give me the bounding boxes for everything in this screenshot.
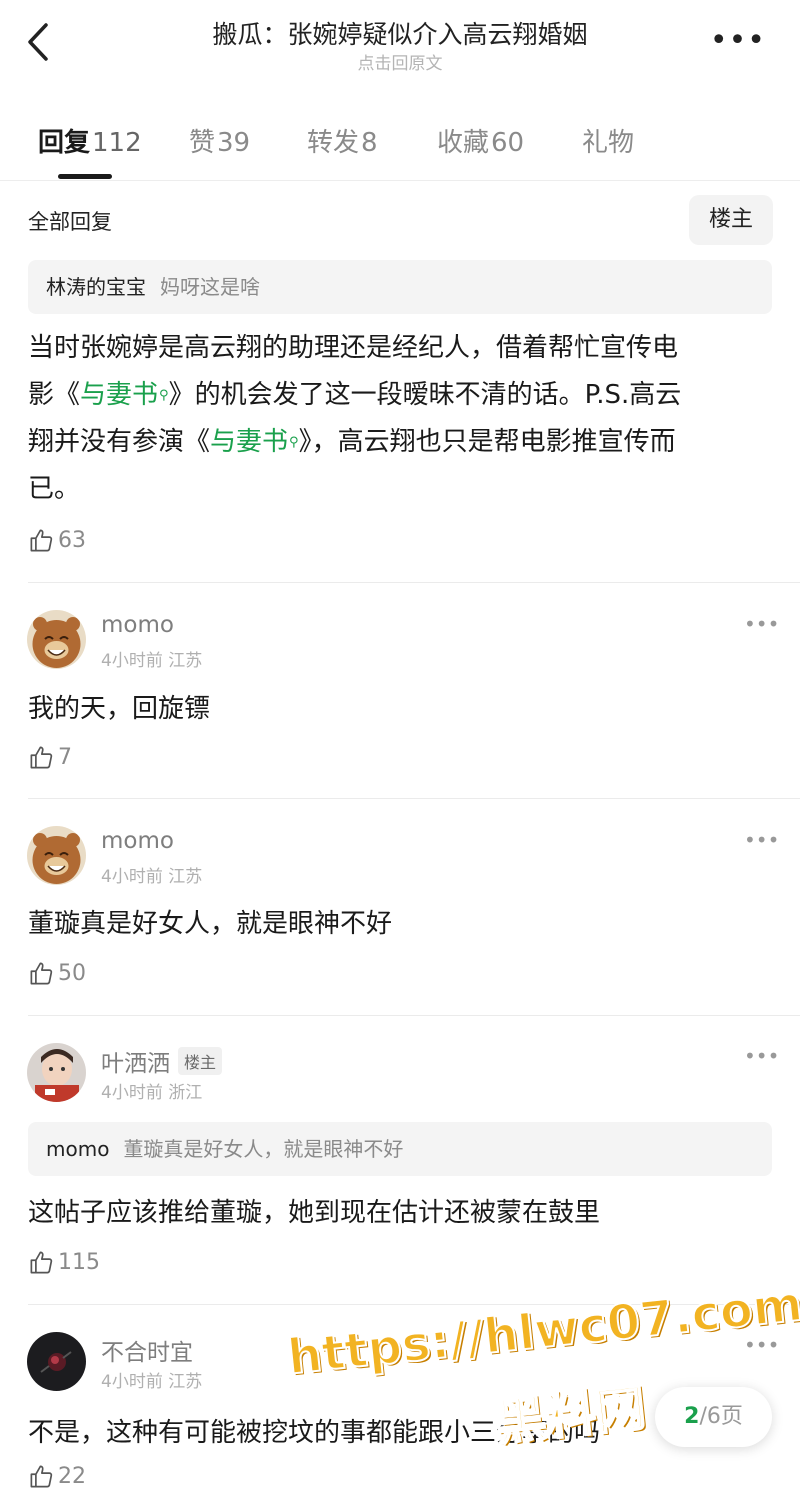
back-icon[interactable]: [22, 20, 62, 64]
like-button[interactable]: 50: [28, 960, 86, 987]
thumbs-up-icon: [30, 746, 53, 769]
user-name[interactable]: momo: [101, 828, 174, 854]
tab-label: 转发: [307, 128, 360, 158]
tab-favorites[interactable]: 收藏60: [437, 122, 524, 159]
timestamp: 4小时前: [101, 1083, 163, 1103]
current-page: 2: [684, 1404, 700, 1429]
page-indicator[interactable]: 2/6页: [655, 1387, 772, 1447]
more-options-icon[interactable]: •••: [744, 1044, 779, 1068]
tab-label: 收藏: [437, 128, 490, 158]
search-icon: ⚲: [159, 388, 169, 403]
reply-text: 影《: [28, 380, 81, 410]
like-count: 7: [58, 745, 72, 770]
like-button[interactable]: 7: [28, 744, 72, 771]
like-count: 63: [58, 528, 86, 553]
comment-meta: 4小时前 江苏: [101, 862, 202, 887]
tab-label: 礼物: [582, 128, 635, 158]
back-to-original-link[interactable]: 点击回原文: [120, 49, 680, 74]
more-options-icon[interactable]: •••: [744, 828, 779, 852]
location: 江苏: [168, 651, 203, 671]
avatar[interactable]: [27, 1332, 86, 1391]
tab-count: 112: [92, 128, 142, 158]
reply-line: 当时张婉婷是高云翔的助理还是经纪人，借着帮忙宣传电: [28, 333, 679, 363]
watermark-url: https://hlwc07.com: [284, 1275, 800, 1387]
quoted-reply[interactable]: 林涛的宝宝 妈呀这是啥: [28, 260, 772, 314]
active-tab-indicator: [58, 174, 112, 179]
user-name[interactable]: momo: [101, 612, 174, 638]
topic-link[interactable]: 与妻书⚲: [210, 427, 299, 457]
louzhu-filter-button[interactable]: 楼主: [689, 195, 773, 245]
topic-link-label: 与妻书: [210, 427, 289, 457]
topic-link-label: 与妻书: [80, 380, 159, 410]
reply-line: 翔并没有参演《与妻书⚲》，高云翔也只是帮电影推宣传而: [28, 419, 773, 466]
quoted-text: 董璇真是好女人，就是眼神不好: [123, 1137, 404, 1161]
watermark-name: 黑料网: [492, 1377, 649, 1452]
location: 江苏: [168, 1372, 203, 1392]
user-name[interactable]: 叶洒洒: [101, 1051, 170, 1077]
like-button[interactable]: 115: [28, 1249, 100, 1276]
thumbs-up-icon: [30, 529, 53, 552]
thumbs-up-icon: [30, 962, 53, 985]
tab-bar: 回复112 赞39 转发8 收藏60 礼物: [0, 118, 800, 181]
comment-meta: 4小时前 浙江: [101, 1078, 202, 1103]
more-options-icon[interactable]: •••: [744, 612, 779, 636]
divider: [28, 798, 800, 799]
tab-reposts[interactable]: 转发8: [307, 122, 378, 159]
reply-text: 》的机会发了这一段暧昧不清的话。P.S.高云: [168, 380, 682, 410]
divider: [28, 582, 800, 583]
location: 浙江: [168, 1083, 203, 1103]
reply-text: 》，高云翔也只是帮电影推宣传而: [298, 427, 676, 457]
total-pages: /6页: [699, 1404, 743, 1429]
like-count: 115: [58, 1250, 100, 1275]
avatar[interactable]: [27, 1043, 86, 1102]
louzhu-badge: 楼主: [178, 1047, 223, 1075]
user-name[interactable]: 不合时宜: [101, 1333, 193, 1367]
page-title: 搬瓜：张婉婷疑似介入高云翔婚姻: [212, 20, 588, 49]
timestamp: 4小时前: [101, 651, 163, 671]
tab-replies[interactable]: 回复112: [38, 122, 142, 159]
like-count: 50: [58, 961, 86, 986]
divider: [28, 1015, 800, 1016]
reply-body: 当时张婉婷是高云翔的助理还是经纪人，借着帮忙宣传电 影《与妻书⚲》的机会发了这一…: [28, 325, 773, 513]
avatar[interactable]: [27, 610, 86, 669]
like-button[interactable]: 22: [28, 1463, 86, 1490]
comment-text: 我的天，回旋镖: [28, 694, 211, 724]
tab-label: 回复: [38, 128, 91, 158]
all-replies-label: 全部回复: [28, 210, 112, 234]
like-button[interactable]: 63: [28, 527, 86, 554]
like-count: 22: [58, 1464, 86, 1489]
thumbs-up-icon: [30, 1465, 53, 1488]
reply-line: 已。: [28, 474, 81, 504]
comment-text: 这帖子应该推给董璇，她到现在估计还被蒙在鼓里: [28, 1198, 601, 1228]
quoted-user-name: momo: [46, 1137, 110, 1161]
reply-line: 影《与妻书⚲》的机会发了这一段暧昧不清的话。P.S.高云: [28, 372, 773, 419]
tab-count: 60: [491, 128, 525, 158]
tab-label: 赞: [189, 128, 216, 158]
quoted-text: 妈呀这是啥: [160, 275, 260, 299]
timestamp: 4小时前: [101, 867, 163, 887]
comment-meta: 4小时前 江苏: [101, 1367, 202, 1392]
reply-text: 翔并没有参演《: [28, 427, 211, 457]
search-icon: ⚲: [289, 435, 299, 450]
topic-link[interactable]: 与妻书⚲: [80, 380, 169, 410]
top-bar: 搬瓜：张婉婷疑似介入高云翔婚姻 点击回原文 •••: [0, 0, 800, 90]
tab-gifts[interactable]: 礼物: [582, 122, 636, 159]
comment-text: 董璇真是好女人，就是眼神不好: [28, 909, 393, 939]
user-name-row: 叶洒洒 楼主: [101, 1044, 223, 1078]
tab-likes[interactable]: 赞39: [189, 122, 250, 159]
more-options-icon[interactable]: •••: [710, 26, 766, 56]
avatar[interactable]: [27, 826, 86, 885]
quoted-reply[interactable]: momo 董璇真是好女人，就是眼神不好: [28, 1122, 772, 1176]
location: 江苏: [168, 867, 203, 887]
comment-meta: 4小时前 江苏: [101, 646, 202, 671]
tab-count: 8: [361, 128, 378, 158]
timestamp: 4小时前: [101, 1372, 163, 1392]
tab-count: 39: [217, 128, 251, 158]
thumbs-up-icon: [30, 1251, 53, 1274]
quoted-user-name: 林涛的宝宝: [46, 275, 146, 299]
